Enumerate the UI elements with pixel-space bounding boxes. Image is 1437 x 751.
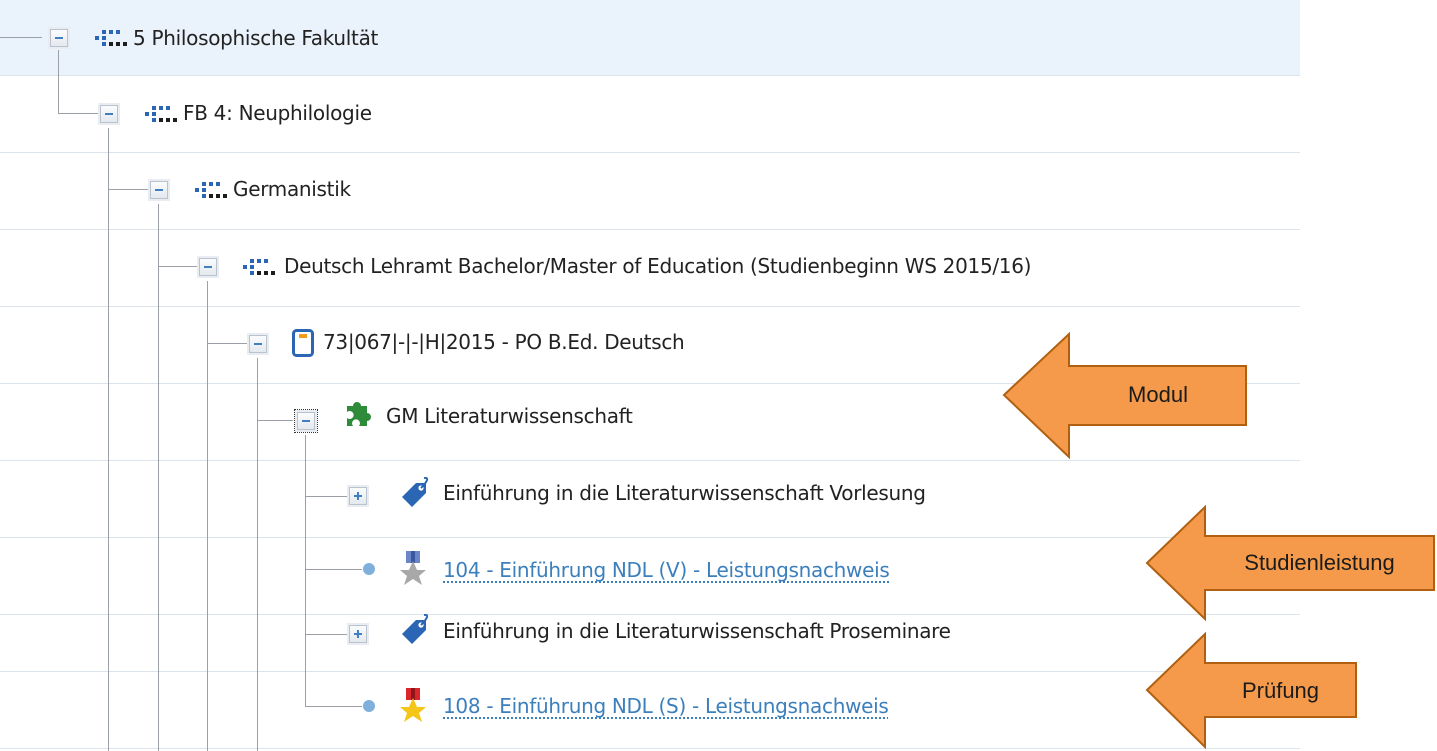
course-tag-icon: [398, 476, 432, 515]
org-unit-icon: [145, 103, 181, 129]
collapse-toggle[interactable]: [199, 258, 217, 276]
exam-regulation-icon: [292, 329, 314, 361]
tree-connector: [257, 420, 293, 421]
tree-connector: [207, 343, 249, 344]
node-label[interactable]: Deutsch Lehramt Bachelor/Master of Educa…: [284, 254, 1031, 278]
tree-connector: [305, 706, 362, 707]
course-tag-icon: [398, 613, 432, 652]
tree-connector: [0, 37, 42, 38]
tree-connector: [108, 189, 150, 190]
node-label[interactable]: 73|067|-|-|H|2015 - PO B.Ed. Deutsch: [323, 330, 685, 354]
leaf-bullet: [363, 700, 375, 712]
node-label[interactable]: 5 Philosophische Fakultät: [133, 26, 378, 50]
node-label[interactable]: Einführung in die Literaturwissenschaft …: [443, 619, 951, 643]
tree-connector: [305, 569, 362, 570]
collapse-toggle[interactable]: [294, 409, 318, 433]
tree-connector: [207, 281, 208, 751]
callout-arrow-pruefung: Prüfung: [1143, 630, 1360, 751]
callout-label-pruefung: Prüfung: [1241, 678, 1320, 703]
node-label[interactable]: FB 4: Neuphilologie: [183, 101, 372, 125]
callout-arrow-modul: Modul: [1000, 330, 1250, 461]
node-label[interactable]: Germanistik: [233, 177, 351, 201]
expand-toggle[interactable]: [349, 487, 367, 505]
achievement-link[interactable]: 108 - Einführung NDL (S) - Leistungsnach…: [443, 694, 889, 718]
tree-connector: [108, 128, 109, 751]
org-unit-icon: [95, 27, 131, 53]
tree-connector: [305, 435, 306, 706]
callout-arrow-studienleistung: Studienleistung: [1143, 503, 1437, 623]
collapse-toggle[interactable]: [249, 335, 267, 353]
leaf-bullet: [363, 563, 375, 575]
tree-connector: [58, 113, 100, 114]
org-unit-icon: [195, 179, 231, 205]
tree-connector: [305, 634, 347, 635]
node-label[interactable]: GM Literaturwissenschaft: [386, 404, 633, 428]
node-label[interactable]: Einführung in die Literaturwissenschaft …: [443, 481, 926, 505]
tree-connector: [257, 358, 258, 751]
achievement-link[interactable]: 104 - Einführung NDL (V) - Leistungsnach…: [443, 558, 890, 582]
tree-connector: [158, 266, 200, 267]
collapse-toggle[interactable]: [150, 181, 168, 199]
collapse-toggle[interactable]: [50, 29, 68, 47]
module-puzzle-icon: [343, 400, 371, 432]
callout-label-studienleistung: Studienleistung: [1244, 550, 1395, 575]
collapse-toggle[interactable]: [100, 105, 118, 123]
medal-grey-icon: [398, 549, 428, 591]
tree-connector: [305, 496, 347, 497]
tree-connector: [158, 204, 159, 751]
callout-label-modul: Modul: [1128, 382, 1188, 407]
org-unit-icon: [243, 256, 279, 282]
expand-toggle[interactable]: [349, 625, 367, 643]
tree-connector: [58, 50, 59, 113]
medal-gold-icon: [398, 686, 428, 728]
